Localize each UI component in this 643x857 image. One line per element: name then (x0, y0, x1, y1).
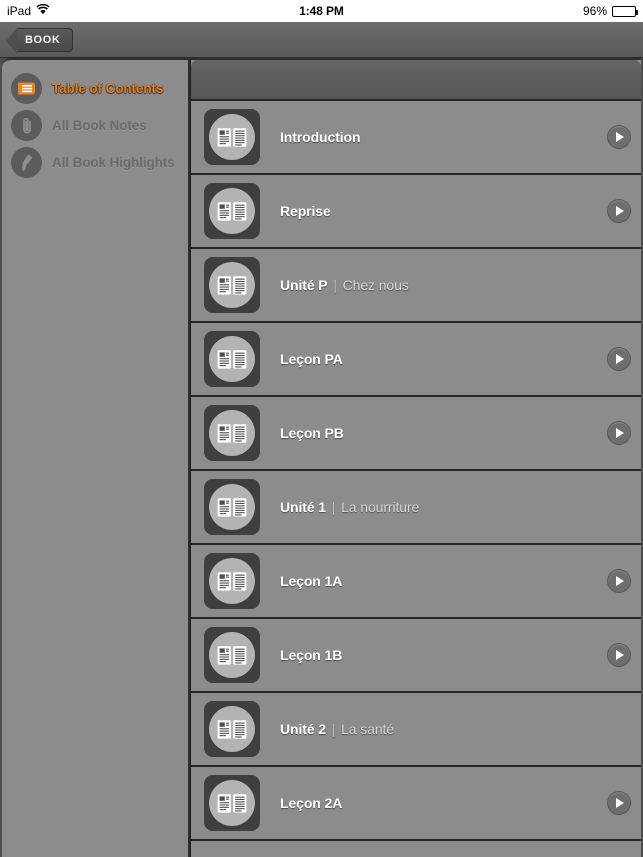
open-book-icon (204, 109, 260, 165)
play-triangle (616, 428, 624, 438)
play-triangle (616, 354, 624, 364)
row-icon-circle (209, 336, 255, 382)
toc-row-label: Leçon PA (280, 351, 343, 367)
table-of-contents-list: Introduction Reprise Unité P | Chez nous Le… (191, 101, 641, 841)
status-bar-right: 96% (582, 0, 638, 22)
book-icon (11, 73, 42, 104)
row-icon-circle (209, 188, 255, 234)
open-book-icon (204, 479, 260, 535)
toc-row-label: Unité P | Chez nous (280, 277, 409, 293)
open-book-icon (204, 183, 260, 239)
toc-row[interactable]: Unité 1 | La nourriture (191, 471, 641, 545)
toc-row-subtitle: Chez nous (342, 277, 409, 293)
row-icon-circle (209, 632, 255, 678)
toc-row-title: Leçon 1A (280, 573, 343, 589)
toc-row[interactable]: Reprise (191, 175, 641, 249)
play-icon[interactable] (607, 125, 631, 149)
row-icon-circle (209, 706, 255, 752)
toc-row[interactable]: Unité P | Chez nous (191, 249, 641, 323)
row-icon-circle (209, 558, 255, 604)
play-icon[interactable] (607, 643, 631, 667)
open-book-icon (204, 553, 260, 609)
toc-row-label: Leçon 1B (280, 647, 342, 663)
table-of-contents-panel: Introduction Reprise Unité P | Chez nous Le… (190, 58, 641, 857)
toc-row-title: Unité P (280, 277, 328, 293)
toc-row[interactable]: Leçon 1A (191, 545, 641, 619)
back-button-label: BOOK (25, 33, 61, 46)
toc-row-title: Unité 2 (280, 721, 326, 737)
play-triangle (616, 206, 624, 216)
toc-row[interactable]: Leçon PA (191, 323, 641, 397)
toc-row-subtitle: La nourriture (341, 499, 420, 515)
list-header-bar (191, 60, 641, 101)
paperclip-icon (11, 110, 42, 141)
toc-row-label: Leçon 2A (280, 795, 342, 811)
toc-row-label: Leçon 1A (280, 573, 342, 589)
toc-row-title: Unité 1 (280, 499, 326, 515)
toc-row[interactable]: Leçon PB (191, 397, 641, 471)
open-book-icon (204, 405, 260, 461)
toc-row-label: Introduction (280, 129, 361, 145)
toc-row[interactable]: Unité 2 | La santé (191, 693, 641, 767)
play-icon[interactable] (607, 791, 631, 815)
toc-row[interactable]: Introduction (191, 101, 641, 175)
play-icon[interactable] (607, 421, 631, 445)
row-icon-circle (209, 410, 255, 456)
status-bar-clock: 1:48 PM (299, 4, 344, 18)
sidebar-item-all-book-highlights[interactable]: All Book Highlights (2, 144, 188, 181)
play-icon[interactable] (607, 199, 631, 223)
play-triangle (616, 650, 624, 660)
toc-row-title: Leçon 1B (280, 647, 343, 663)
toc-row-title: Reprise (280, 203, 331, 219)
toc-row-separator: | (327, 499, 340, 515)
open-book-icon (204, 257, 260, 313)
navigation-bar: BOOK (0, 22, 643, 58)
sidebar-item-label: Table of Contents (52, 81, 164, 96)
toc-row[interactable]: Leçon 1B (191, 619, 641, 693)
toc-row-label: Leçon PB (280, 425, 344, 441)
open-book-icon (204, 701, 260, 757)
play-triangle (616, 132, 624, 142)
battery-icon (612, 5, 638, 17)
row-icon-circle (209, 114, 255, 160)
play-icon[interactable] (607, 569, 631, 593)
row-icon-circle (209, 262, 255, 308)
toc-row-separator: | (329, 277, 341, 293)
play-triangle (616, 798, 624, 808)
highlighter-icon (11, 147, 42, 178)
back-to-book-button[interactable]: BOOK (5, 27, 74, 54)
sidebar: Table of Contents All Book Notes All Book … (2, 58, 190, 857)
toc-row-title: Leçon 2A (280, 795, 343, 811)
toc-row-subtitle: La santé (341, 721, 395, 737)
toc-row-label: Reprise (280, 203, 331, 219)
open-book-icon (204, 775, 260, 831)
toc-row-title: Leçon PB (280, 425, 344, 441)
play-triangle (616, 576, 624, 586)
toc-row-label: Unité 2 | La santé (280, 721, 394, 737)
open-book-icon (204, 331, 260, 387)
toc-row-label: Unité 1 | La nourriture (280, 499, 419, 515)
status-bar: iPad 1:48 PM 96% (0, 0, 643, 22)
row-icon-circle (209, 484, 255, 530)
sidebar-item-label: All Book Notes (52, 118, 147, 133)
sidebar-item-table-of-contents[interactable]: Table of Contents (2, 70, 188, 107)
open-book-icon (204, 627, 260, 683)
toc-row-title: Introduction (280, 129, 361, 145)
battery-percent-label: 96% (582, 4, 607, 18)
toc-row-title: Leçon PA (280, 351, 343, 367)
toc-row[interactable]: Leçon 2A (191, 767, 641, 841)
sidebar-item-all-book-notes[interactable]: All Book Notes (2, 107, 188, 144)
play-icon[interactable] (607, 347, 631, 371)
sidebar-item-label: All Book Highlights (52, 155, 175, 170)
content-area: Table of Contents All Book Notes All Book … (0, 58, 643, 857)
row-icon-circle (209, 780, 255, 826)
toc-row-separator: | (327, 721, 340, 737)
